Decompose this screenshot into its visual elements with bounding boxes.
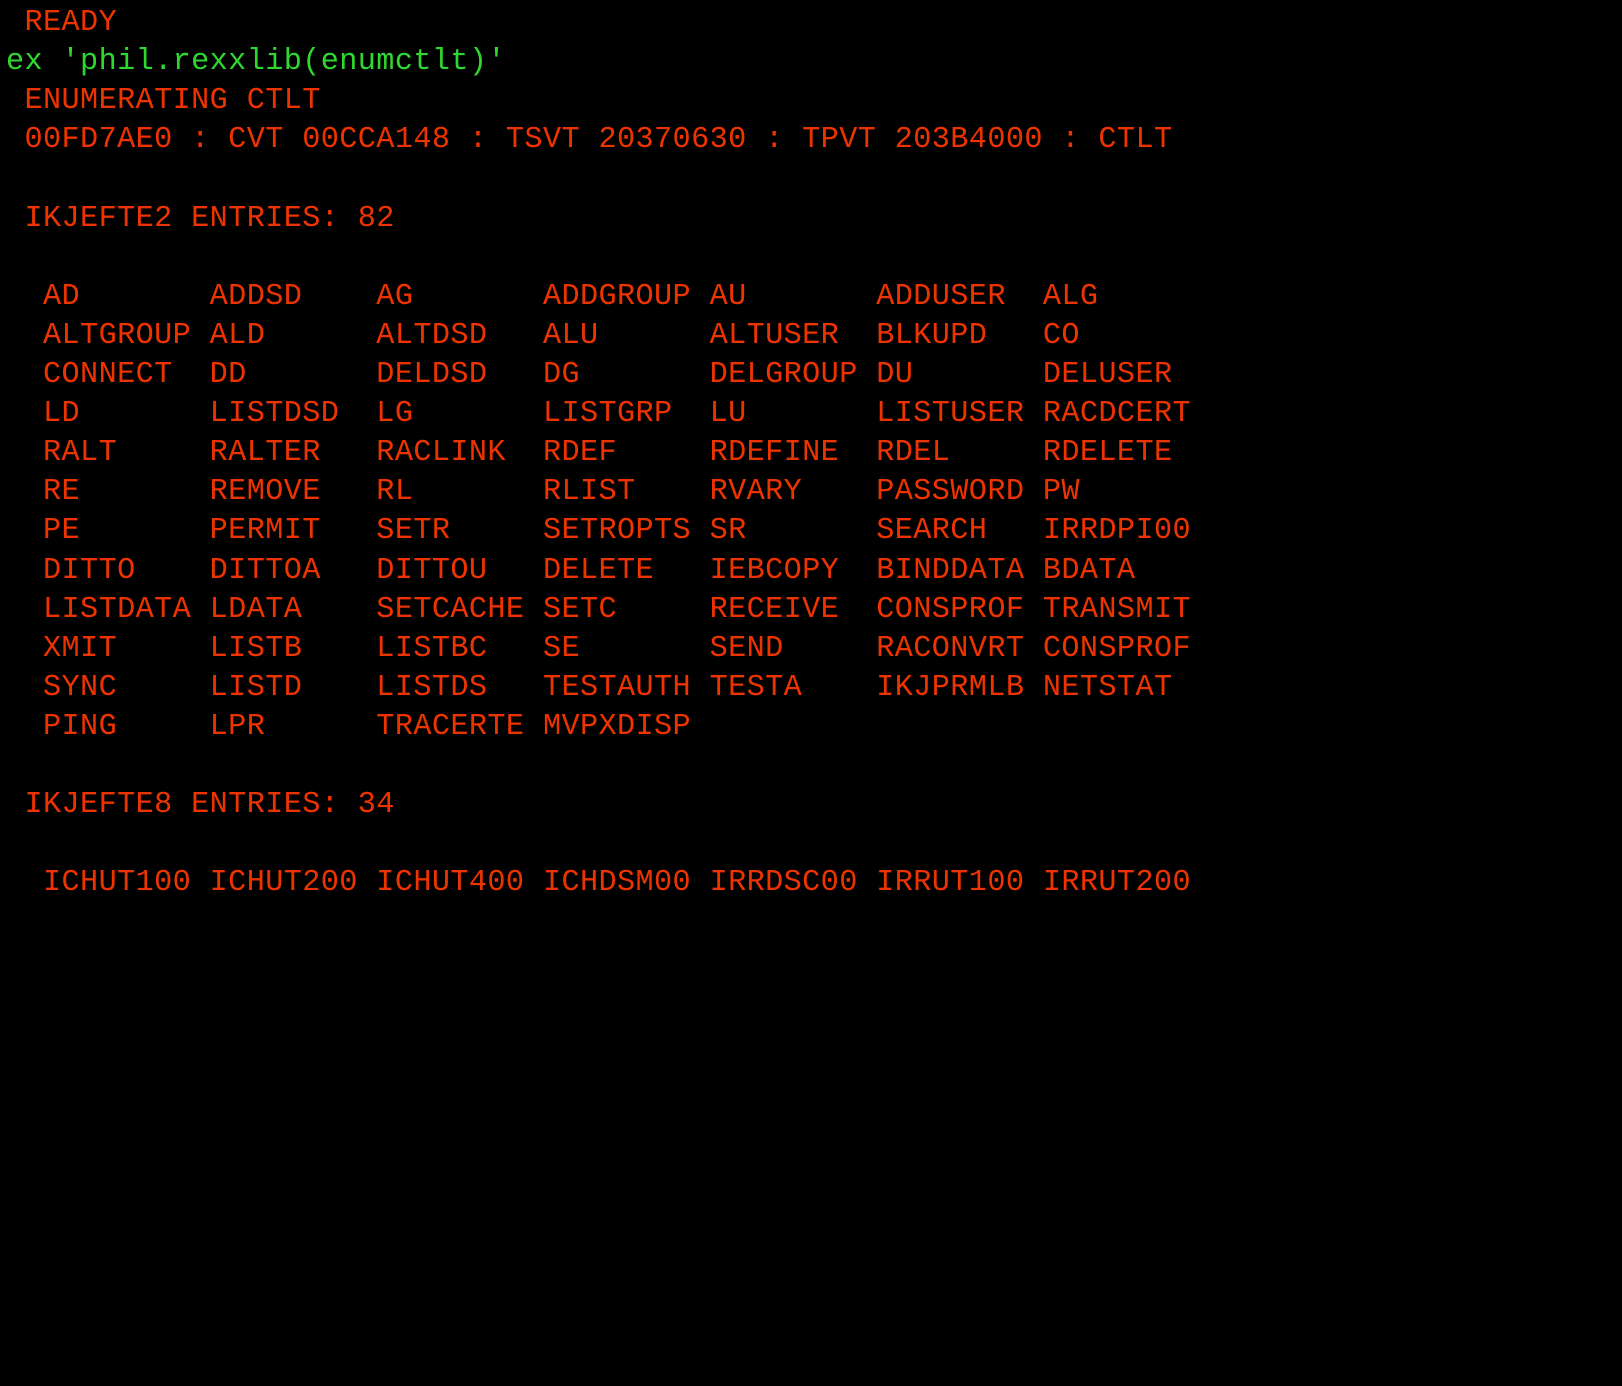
terminal-line: IKJEFTE8 ENTRIES: 34 xyxy=(6,786,1622,825)
terminal-line: XMIT LISTB LISTBC SE SEND RACONVRT CONSP… xyxy=(6,630,1622,669)
terminal-line xyxy=(6,747,1622,786)
terminal-line: AD ADDSD AG ADDGROUP AU ADDUSER ALG xyxy=(6,278,1622,317)
terminal-line: LISTDATA LDATA SETCACHE SETC RECEIVE CON… xyxy=(6,591,1622,630)
terminal-line: IKJEFTE2 ENTRIES: 82 xyxy=(6,200,1622,239)
terminal-line: READY xyxy=(6,4,1622,43)
terminal-line: RALT RALTER RACLINK RDEF RDEFINE RDEL RD… xyxy=(6,434,1622,473)
terminal-line: DITTO DITTOA DITTOU DELETE IEBCOPY BINDD… xyxy=(6,552,1622,591)
terminal-line: SYNC LISTD LISTDS TESTAUTH TESTA IKJPRML… xyxy=(6,669,1622,708)
terminal-line: ENUMERATING CTLT xyxy=(6,82,1622,121)
terminal-line: CONNECT DD DELDSD DG DELGROUP DU DELUSER xyxy=(6,356,1622,395)
terminal-line: LD LISTDSD LG LISTGRP LU LISTUSER RACDCE… xyxy=(6,395,1622,434)
terminal-line: PING LPR TRACERTE MVPXDISP xyxy=(6,708,1622,747)
terminal-line: ALTGROUP ALD ALTDSD ALU ALTUSER BLKUPD C… xyxy=(6,317,1622,356)
terminal-line: ex 'phil.rexxlib(enumctlt)' xyxy=(6,43,1622,82)
terminal-line: RE REMOVE RL RLIST RVARY PASSWORD PW xyxy=(6,473,1622,512)
terminal-line: PE PERMIT SETR SETROPTS SR SEARCH IRRDPI… xyxy=(6,512,1622,551)
terminal-line xyxy=(6,825,1622,864)
terminal-line: ICHUT100 ICHUT200 ICHUT400 ICHDSM00 IRRD… xyxy=(6,864,1622,903)
terminal-line xyxy=(6,239,1622,278)
terminal-line: 00FD7AE0 : CVT 00CCA148 : TSVT 20370630 … xyxy=(6,121,1622,160)
terminal-line xyxy=(6,160,1622,199)
terminal-screen[interactable]: READYex 'phil.rexxlib(enumctlt)' ENUMERA… xyxy=(0,0,1622,904)
